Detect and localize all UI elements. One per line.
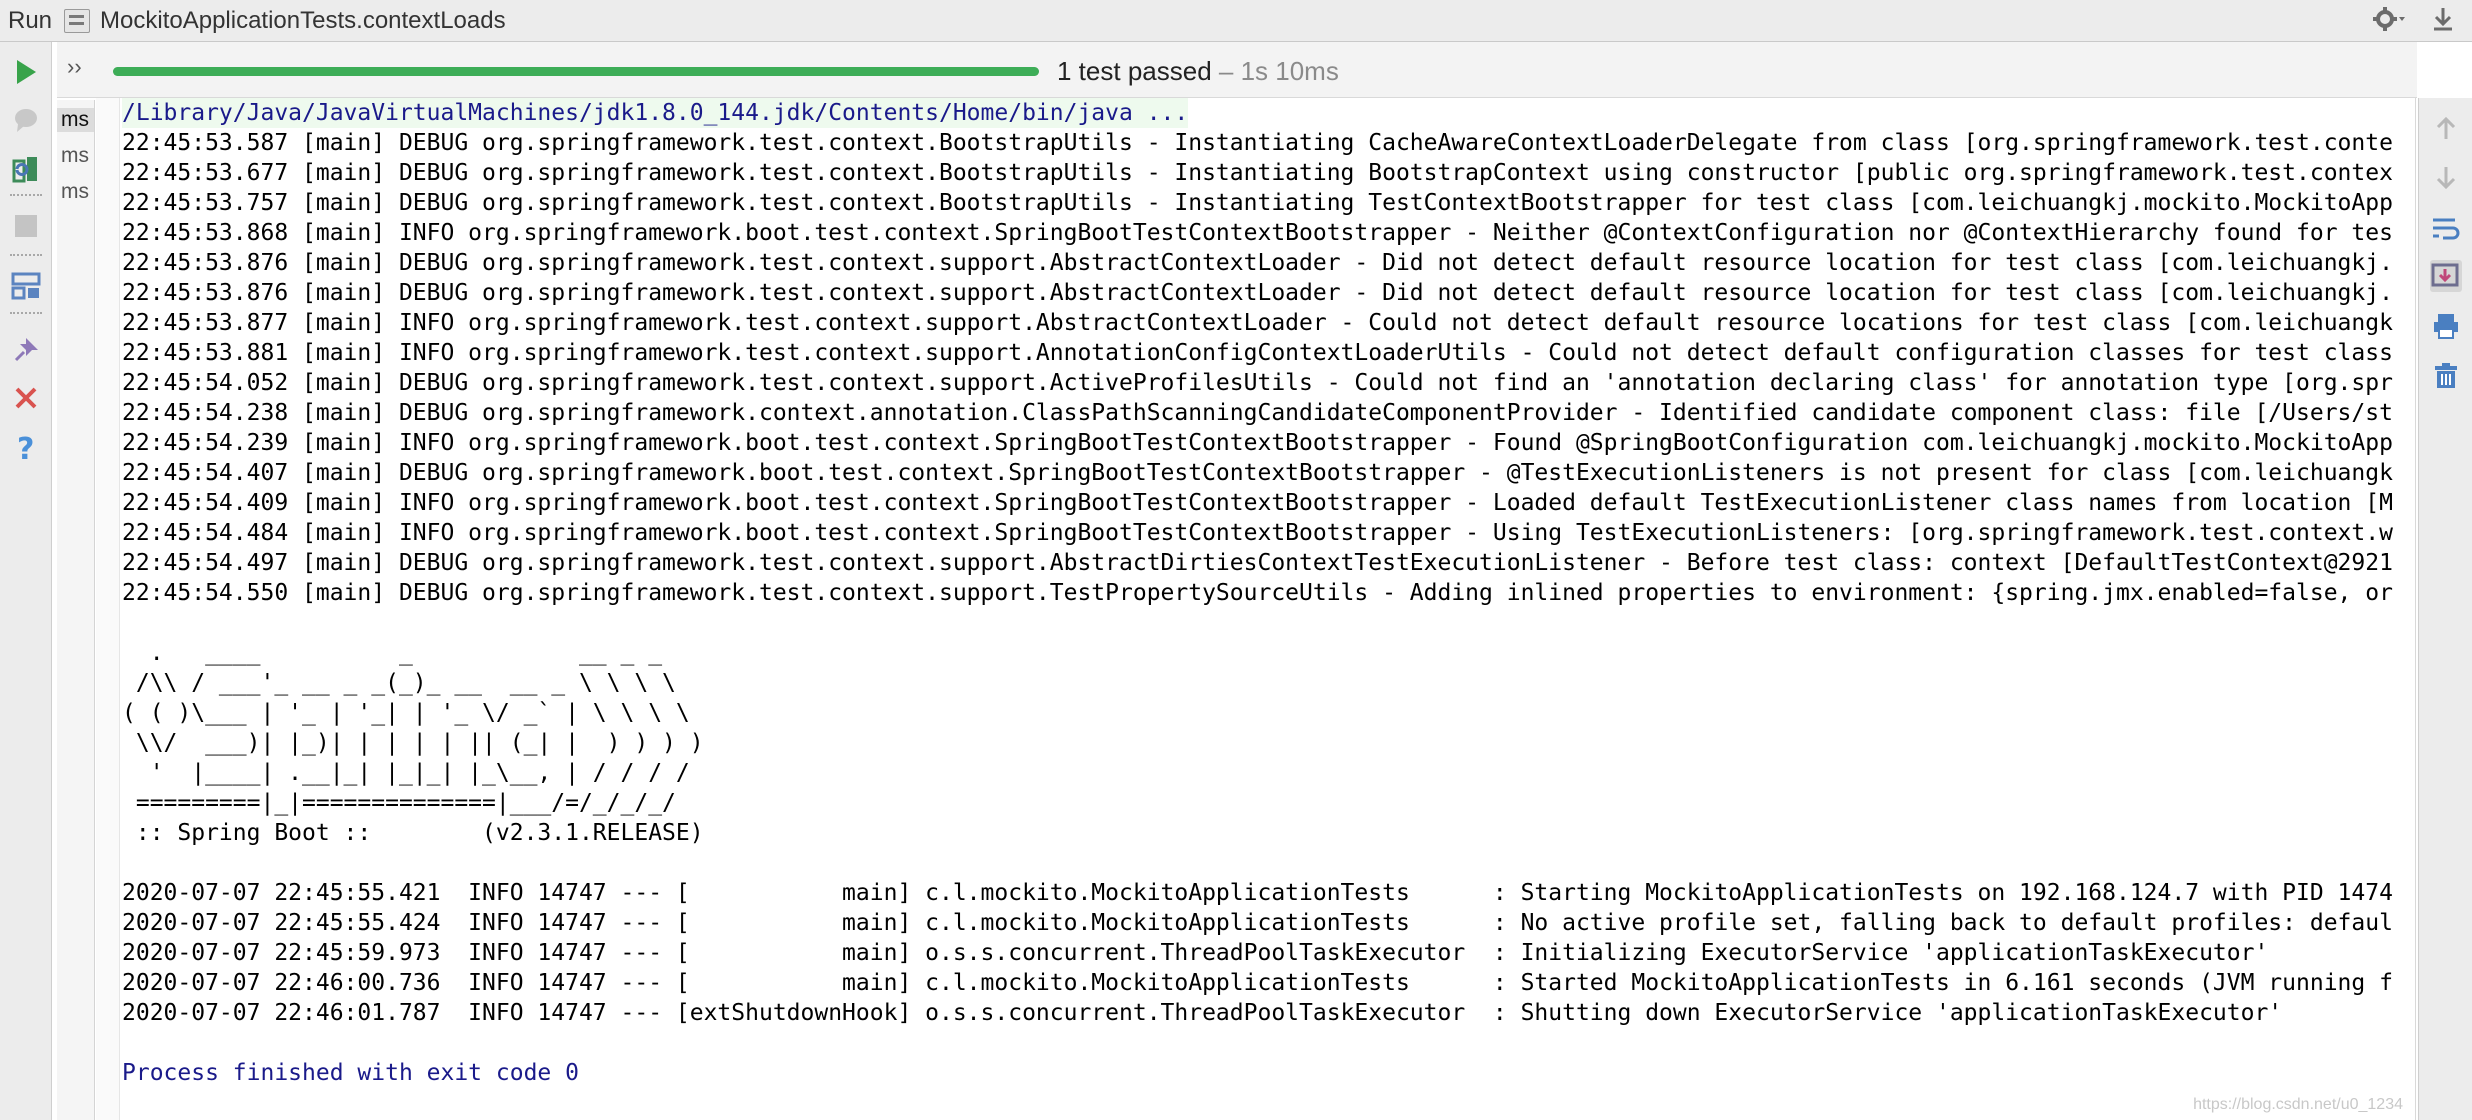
debug-log-block: 22:45:53.587 [main] DEBUG org.springfram… (122, 128, 2393, 608)
console-output[interactable]: /Library/Java/JavaVirtualMachines/jdk1.8… (96, 98, 2416, 1120)
console-log-line: 22:45:54.238 [main] DEBUG org.springfram… (122, 400, 2393, 426)
left-toolbar: ? (0, 42, 52, 1120)
expand-toolbar-icon[interactable]: ›› (67, 54, 82, 80)
svg-text:?: ? (17, 433, 34, 463)
console-log-line: 2020-07-07 22:45:59.973 INFO 14747 --- [… (122, 940, 2269, 966)
toolbar-separator (10, 194, 42, 196)
toolbar-separator (10, 312, 42, 314)
console-log-line: 22:45:53.877 [main] INFO org.springframe… (122, 310, 2393, 336)
scroll-to-end-icon[interactable] (2430, 260, 2462, 292)
console-log-line: 22:45:54.239 [main] INFO org.springframe… (122, 430, 2393, 456)
console-gutter (96, 98, 120, 1120)
toolbar-separator (10, 254, 42, 256)
console-log-line: 22:45:53.757 [main] DEBUG org.springfram… (122, 190, 2393, 216)
console-log-line: 2020-07-07 22:45:55.421 INFO 14747 --- [… (122, 880, 2393, 906)
console-text: /Library/Java/JavaVirtualMachines/jdk1.8… (122, 98, 2393, 1088)
close-icon[interactable] (10, 382, 42, 414)
help-icon[interactable]: ? (10, 432, 42, 464)
application-log-block: 2020-07-07 22:45:55.421 INFO 14747 --- [… (122, 878, 2393, 1028)
console-log-line: 22:45:53.876 [main] DEBUG org.springfram… (122, 280, 2393, 306)
test-status-bar: ›› 1 test passed – 1s 10ms (57, 42, 2417, 98)
toggle-auto-test-icon[interactable] (10, 154, 42, 186)
gear-icon[interactable] (2372, 5, 2406, 38)
console-log-line: 22:45:53.677 [main] DEBUG org.springfram… (122, 160, 2393, 186)
spring-boot-banner: . ____ _ __ _ _ /\\ / ___'_ __ _ _(_)_ _… (122, 638, 2393, 848)
console-log-line: 22:45:54.550 [main] DEBUG org.springfram… (122, 580, 2393, 606)
stop-icon[interactable] (10, 210, 42, 242)
layout-icon[interactable] (10, 270, 42, 302)
scroll-down-icon[interactable] (2430, 162, 2462, 194)
download-icon[interactable] (2432, 6, 2454, 37)
console-log-line: 22:45:54.484 [main] INFO org.springframe… (122, 520, 2393, 546)
console-log-line: 22:45:54.409 [main] INFO org.springframe… (122, 490, 2393, 516)
clear-icon[interactable] (2430, 360, 2462, 392)
console-log-line: 22:45:54.497 [main] DEBUG org.springfram… (122, 550, 2393, 576)
process-exit-message: Process finished with exit code 0 (122, 1060, 579, 1086)
console-log-line: 22:45:54.052 [main] DEBUG org.springfram… (122, 370, 2393, 396)
banner-line: ( ( )\___ | '_ | '_| | '_ \/ _` | \ \ \ … (122, 700, 690, 726)
watermark: https://blog.csdn.net/u0_1234 (2193, 1096, 2403, 1113)
run-label: Run (8, 6, 53, 34)
banner-line: =========|_|==============|___/=/_/_/_/ (122, 790, 676, 816)
run-config-icon (64, 8, 91, 33)
console-log-line: 2020-07-07 22:46:00.736 INFO 14747 --- [… (122, 970, 2393, 996)
banner-line: ' |____| .__|_| |_|_| |_\__, | / / / / (122, 760, 690, 786)
banner-line: \\/ ___)| |_)| | | | | || (_| | ) ) ) ) (122, 730, 704, 756)
console-log-line: 22:45:53.876 [main] DEBUG org.springfram… (122, 250, 2393, 276)
titlebar-actions (2372, 0, 2454, 42)
soft-wrap-icon[interactable] (2430, 212, 2462, 244)
banner-line: . ____ _ __ _ _ (122, 640, 663, 666)
right-toolbar (2418, 98, 2472, 1120)
test-tree-item[interactable]: ms (57, 108, 94, 132)
test-tree-item[interactable]: ms (61, 144, 89, 168)
test-duration-label: – 1s 10ms (1211, 56, 1339, 86)
console-log-line: 22:45:53.868 [main] INFO org.springframe… (122, 220, 2393, 246)
pin-icon[interactable] (10, 334, 42, 366)
run-icon[interactable] (10, 56, 42, 88)
console-log-line: 22:45:53.587 [main] DEBUG org.springfram… (122, 130, 2393, 156)
console-log-line: 2020-07-07 22:45:55.424 INFO 14747 --- [… (122, 910, 2393, 936)
test-progress-fill (113, 67, 1039, 76)
test-tree-item[interactable]: ms (61, 180, 89, 204)
run-config-tab[interactable]: MockitoApplicationTests.contextLoads (100, 7, 506, 35)
console-log-line: 2020-07-07 22:46:01.787 INFO 14747 --- [… (122, 1000, 2283, 1026)
test-tree-panel: ms ms ms (57, 100, 95, 1120)
java-command-line[interactable]: /Library/Java/JavaVirtualMachines/jdk1.8… (122, 98, 1189, 128)
test-summary: 1 test passed – 1s 10ms (1057, 56, 1339, 87)
banner-line: /\\ / ___'_ __ _ _(_)_ __ __ _ \ \ \ \ (122, 670, 676, 696)
banner-line: :: Spring Boot :: (v2.3.1.RELEASE) (122, 820, 704, 846)
run-tool-window-titlebar: Run MockitoApplicationTests.contextLoads (0, 0, 2472, 42)
test-progress-bar (113, 67, 1039, 76)
print-icon[interactable] (2430, 310, 2462, 342)
rerun-failed-icon[interactable] (10, 104, 42, 136)
console-log-line: 22:45:54.407 [main] DEBUG org.springfram… (122, 460, 2393, 486)
tests-passed-label: 1 test passed (1057, 56, 1212, 86)
console-log-line: 22:45:53.881 [main] INFO org.springframe… (122, 340, 2393, 366)
scroll-up-icon[interactable] (2430, 112, 2462, 144)
